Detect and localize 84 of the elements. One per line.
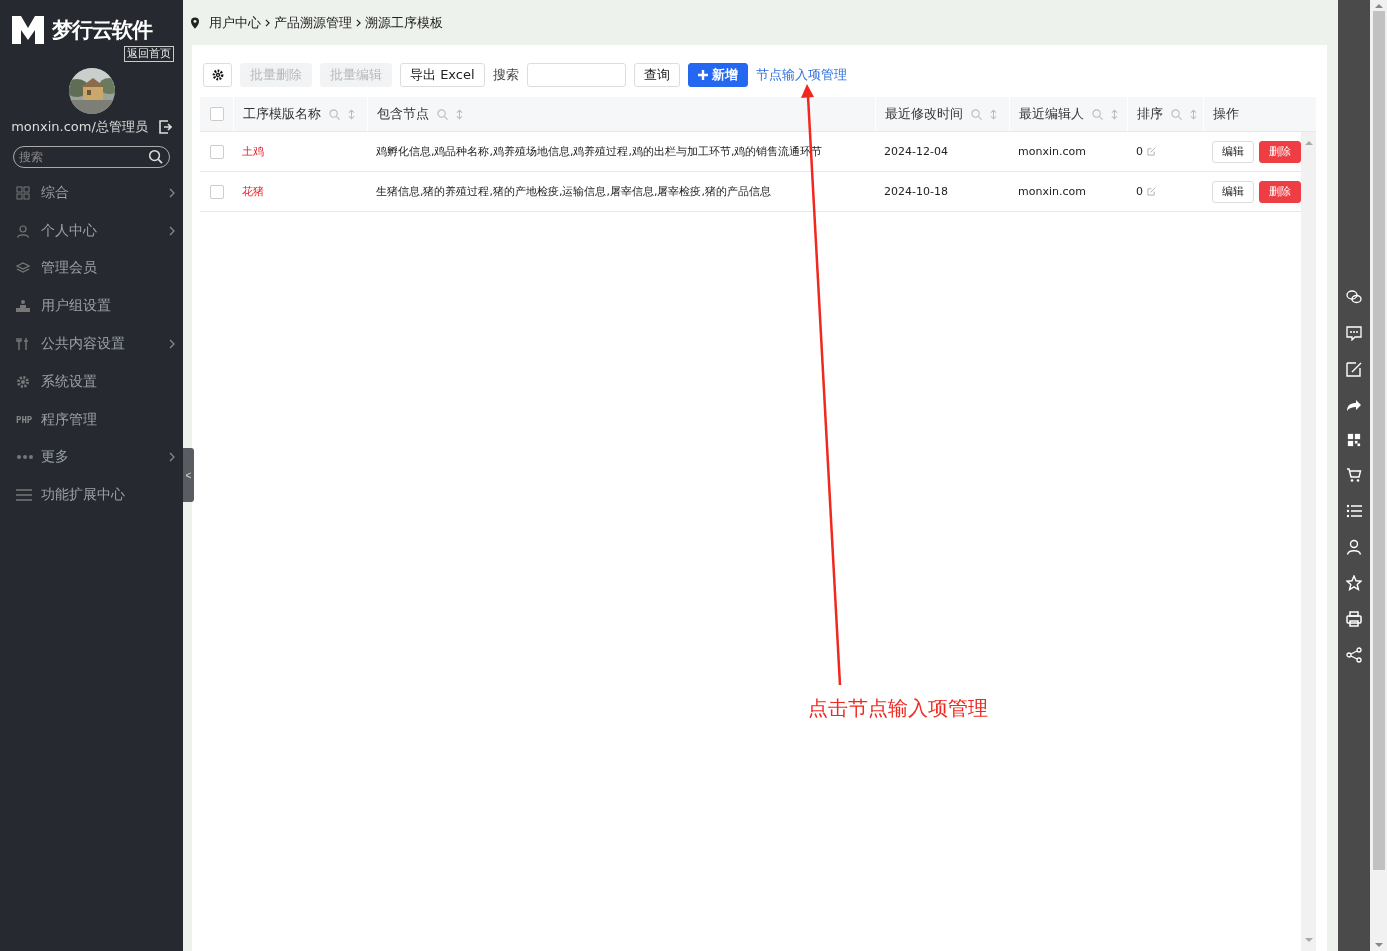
star-icon[interactable] bbox=[1346, 574, 1362, 591]
column-header: 包含节点 bbox=[377, 105, 429, 123]
qr-code-icon[interactable] bbox=[1347, 432, 1361, 447]
add-button[interactable]: 新增 bbox=[687, 63, 748, 87]
row-checkbox[interactable] bbox=[210, 184, 224, 199]
dots-icon bbox=[16, 454, 34, 461]
menu-item[interactable]: 用户组设置 bbox=[0, 287, 183, 326]
sort-icon[interactable] bbox=[1190, 108, 1197, 120]
share-icon[interactable] bbox=[1346, 646, 1362, 663]
query-button[interactable]: 查询 bbox=[633, 63, 680, 87]
table-cell: 鸡孵化信息,鸡品种名称,鸡养殖场地信息,鸡养殖过程,鸡的出栏与加工环节,鸡的销售流通环节 bbox=[376, 144, 823, 159]
annotation-text: 点击节点输入项管理 bbox=[808, 695, 988, 722]
table-cell: monxin.com bbox=[1018, 145, 1086, 158]
user-name: monxin.com/总管理员 bbox=[11, 118, 148, 136]
delete-button[interactable]: 删除 bbox=[1259, 140, 1301, 163]
gear-icon bbox=[16, 374, 30, 389]
page-scrollbar[interactable] bbox=[1370, 0, 1387, 951]
template-name: 土鸡 bbox=[242, 144, 264, 159]
menu-item[interactable]: 公共内容设置 bbox=[0, 325, 183, 363]
column-header: 最近编辑人 bbox=[1019, 105, 1084, 123]
search-field[interactable]: 搜索 bbox=[13, 146, 170, 168]
breadcrumb-link[interactable]: 用户中心 bbox=[209, 13, 261, 32]
table-cell: 0 bbox=[1136, 185, 1143, 198]
menu-item[interactable]: 功能扩展中心 bbox=[0, 476, 183, 515]
tools-icon bbox=[16, 337, 30, 352]
php-icon: PHP bbox=[16, 414, 33, 425]
scroll-down-icon[interactable] bbox=[1374, 943, 1383, 948]
scroll-down-icon[interactable] bbox=[1304, 938, 1313, 943]
breadcrumb-link[interactable]: 产品溯源管理 bbox=[274, 13, 352, 32]
logo-text: 梦行云软件 bbox=[52, 17, 152, 44]
menu-item[interactable]: PHP 程序管理 bbox=[0, 400, 183, 439]
cart-icon[interactable] bbox=[1346, 466, 1362, 483]
plus-icon bbox=[697, 70, 708, 80]
search-label: 搜索 bbox=[492, 66, 519, 84]
scroll-up-icon[interactable] bbox=[1304, 140, 1313, 145]
menu-item[interactable]: 系统设置 bbox=[0, 363, 183, 401]
logout-icon[interactable] bbox=[157, 120, 172, 134]
table-cell: 0 bbox=[1136, 145, 1143, 158]
table-cell: 生猪信息,猪的养殖过程,猪的产地检疫,运输信息,屠宰信息,屠宰检疫,猪的产品信息 bbox=[376, 184, 771, 199]
table-cell: 2024-12-04 bbox=[884, 145, 948, 158]
sort-icon[interactable] bbox=[456, 108, 463, 120]
column-header: 最近修改时间 bbox=[885, 105, 963, 123]
sort-icon[interactable] bbox=[1111, 108, 1118, 120]
table-cell: monxin.com bbox=[1018, 185, 1086, 198]
menu-item[interactable]: 综合 bbox=[0, 174, 183, 212]
column-header: 排序 bbox=[1137, 105, 1163, 123]
column-header: 工序模版名称 bbox=[243, 105, 321, 123]
scroll-thumb[interactable] bbox=[1372, 11, 1385, 870]
select-all-checkbox[interactable] bbox=[209, 107, 224, 121]
template-name: 花猪 bbox=[242, 184, 264, 199]
print-icon[interactable] bbox=[1346, 610, 1362, 627]
breadcrumb-link[interactable]: 溯源工序模板 bbox=[365, 13, 443, 32]
grid-icon bbox=[16, 185, 30, 200]
node-input-management-link[interactable]: 节点输入项管理 bbox=[755, 66, 847, 84]
user-icon bbox=[16, 223, 30, 238]
chat-icon[interactable] bbox=[1346, 288, 1362, 305]
menu-icon bbox=[16, 489, 32, 502]
menu-item[interactable]: 管理会员 bbox=[0, 249, 183, 288]
settings-icon bbox=[211, 69, 224, 81]
table-cell: 2024-10-18 bbox=[884, 185, 948, 198]
sort-icon[interactable] bbox=[348, 108, 355, 120]
scrollbar[interactable] bbox=[1301, 132, 1316, 951]
menu-item[interactable]: 更多 bbox=[0, 438, 183, 477]
delete-button[interactable]: 删除 bbox=[1259, 180, 1301, 203]
settings-button[interactable] bbox=[203, 63, 232, 87]
edit-button[interactable]: 编辑 bbox=[1212, 180, 1254, 203]
scroll-up-icon[interactable] bbox=[1374, 3, 1383, 8]
menu-item[interactable]: 个人中心 bbox=[0, 211, 183, 250]
column-header: 操作 bbox=[1213, 105, 1239, 123]
sort-icon[interactable] bbox=[990, 108, 997, 120]
list-icon[interactable] bbox=[1346, 502, 1362, 519]
breadcrumb-separator-icon bbox=[356, 18, 361, 27]
search-icon[interactable] bbox=[148, 149, 163, 164]
location-pin-icon bbox=[191, 16, 199, 29]
message-icon[interactable] bbox=[1346, 324, 1362, 341]
breadcrumb-separator-icon bbox=[265, 18, 270, 27]
row-checkbox[interactable] bbox=[210, 144, 224, 159]
home-link[interactable]: 返回首页 bbox=[124, 46, 174, 62]
group-icon bbox=[16, 299, 30, 314]
collapse-button[interactable]: < bbox=[183, 448, 194, 502]
edit-button[interactable]: 编辑 bbox=[1212, 140, 1254, 163]
user-icon[interactable] bbox=[1346, 538, 1362, 555]
export-button[interactable]: 导出 Excel bbox=[400, 63, 485, 87]
logo-icon bbox=[10, 14, 46, 46]
